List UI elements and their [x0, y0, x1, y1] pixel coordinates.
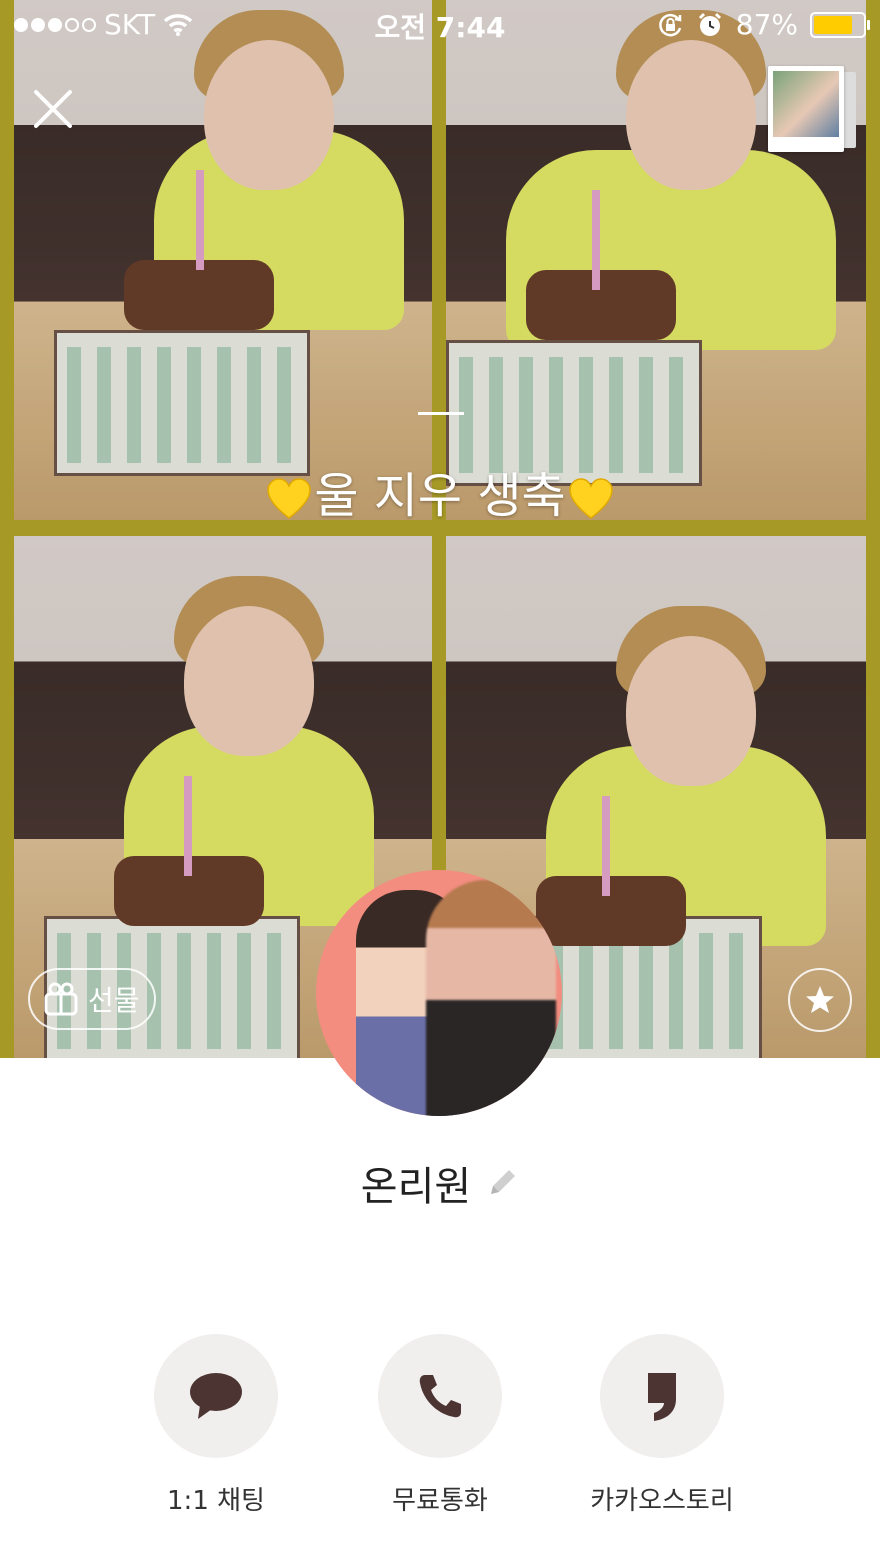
- battery-percent: 87%: [735, 8, 798, 41]
- chat-bubble-icon: [190, 1373, 242, 1419]
- status-message-text: 울 지우 생축: [314, 468, 566, 524]
- close-icon: [34, 90, 72, 128]
- rotation-lock-icon: [658, 13, 682, 36]
- gift-button-label: 선물: [88, 984, 140, 1017]
- kakaostory-button[interactable]: [600, 1334, 724, 1458]
- status-message: 울 지우 생축: [0, 456, 880, 526]
- yellow-heart-icon: [568, 478, 613, 519]
- favorite-button[interactable]: [788, 968, 852, 1032]
- gift-button[interactable]: 선물: [28, 968, 156, 1030]
- call-action[interactable]: 무료통화: [378, 1334, 502, 1517]
- alarm-icon: [698, 12, 721, 36]
- story-action[interactable]: 카카오스토리: [590, 1334, 734, 1517]
- chat-button[interactable]: [154, 1334, 278, 1458]
- profile-thumbnail: [773, 71, 839, 137]
- story-action-label: 카카오스토리: [590, 1486, 734, 1516]
- star-icon: [806, 986, 834, 1013]
- call-action-label: 무료통화: [392, 1486, 488, 1516]
- yellow-heart-icon: [267, 478, 312, 519]
- profile-name: 온리원: [360, 1164, 472, 1210]
- avatar[interactable]: [316, 870, 562, 1116]
- status-divider: [418, 412, 464, 415]
- profile-name-row: 온리원: [0, 1154, 880, 1212]
- status-bar: SKT 오전 7:44 87%: [0, 0, 880, 48]
- chat-action-label: 1:1 채팅: [167, 1486, 265, 1516]
- close-button[interactable]: [30, 86, 76, 132]
- phone-icon: [419, 1375, 461, 1418]
- kakaostory-icon: [648, 1373, 676, 1421]
- edit-pencil-icon[interactable]: [485, 1166, 519, 1200]
- battery-icon: [810, 11, 870, 38]
- profile-photo-history-button[interactable]: [768, 66, 860, 152]
- chat-action[interactable]: 1:1 채팅: [154, 1334, 278, 1517]
- gift-icon: [44, 982, 78, 1016]
- free-call-button[interactable]: [378, 1334, 502, 1458]
